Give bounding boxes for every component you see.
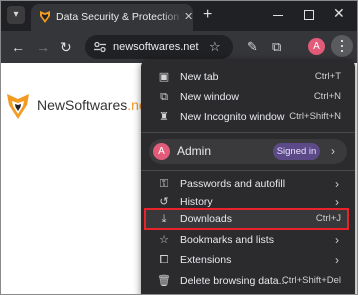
address-bar[interactable]: newsoftwares.net ☆	[85, 35, 233, 59]
menu-item-label: Bookmarks and lists	[180, 234, 274, 246]
reload-icon[interactable]: ↻	[60, 39, 72, 55]
pen-icon[interactable]: ✎	[247, 39, 258, 55]
incognito-icon: ♜	[159, 111, 169, 123]
close-window-button[interactable]: ✕	[333, 5, 345, 21]
chevron-right-icon: ›	[335, 253, 339, 267]
signed-in-badge: Signed in	[273, 143, 320, 160]
menu-item-downloads[interactable]: ⤓ Downloads Ctrl+J	[141, 209, 355, 229]
menu-item-label: New tab	[180, 71, 219, 83]
menu-item-delete-browsing-data[interactable]: 🗑 Delete browsing data... Ctrl+Shift+Del	[141, 271, 355, 291]
browser-window: ▾ Data Security & Protection Software ✕ …	[0, 0, 358, 295]
chevron-right-icon: ›	[335, 233, 339, 247]
chevron-right-icon: ›	[331, 144, 335, 158]
active-tab[interactable]: Data Security & Protection Software ✕	[31, 4, 193, 31]
extensions-icon: ⧠	[159, 254, 169, 266]
site-favicon-icon	[40, 11, 50, 23]
menu-item-new-tab[interactable]: ▣ New tab Ctrl+T	[141, 67, 355, 87]
menu-item-label: Passwords and autofill	[180, 178, 286, 190]
menu-item-label: Downloads	[180, 213, 232, 225]
menu-item-shortcut: Ctrl+T	[314, 71, 341, 82]
menu-divider	[141, 132, 355, 133]
tab-title: Data Security & Protection Software	[56, 10, 184, 24]
back-arrow-icon[interactable]: ←	[11, 39, 25, 55]
new-tab-button[interactable]: +	[203, 7, 212, 23]
menu-item-bookmarks[interactable]: ☆ Bookmarks and lists ›	[141, 230, 355, 250]
chevron-right-icon: ›	[335, 177, 339, 191]
download-icon: ⤓	[161, 213, 167, 225]
tab-strip: ▾ Data Security & Protection Software ✕ …	[1, 1, 357, 31]
menu-item-label: Extensions	[180, 254, 232, 266]
menu-item-extensions[interactable]: ⧠ Extensions ›	[141, 250, 355, 270]
site-logo-text[interactable]: NewSoftwares.net	[37, 96, 151, 114]
tab-close-icon[interactable]: ✕	[184, 10, 193, 24]
profile-avatar: A	[153, 143, 170, 160]
menu-item-incognito[interactable]: ♜ New Incognito window Ctrl+Shift+N	[141, 107, 355, 127]
menu-item-label: New Incognito window	[180, 111, 285, 123]
menu-item-label: Delete browsing data...	[180, 275, 288, 287]
menu-item-new-window[interactable]: ⧉ New window Ctrl+N	[141, 87, 355, 107]
new-tab-icon: ▣	[158, 71, 170, 83]
tab-search-button[interactable]: ▾	[7, 6, 25, 24]
profile-name: Admin	[177, 144, 212, 158]
menu-item-shortcut: Ctrl+Shift+Del	[281, 275, 341, 286]
profile-row[interactable]: A Admin Signed in ›	[149, 139, 347, 164]
minimize-button[interactable]	[273, 7, 283, 21]
maximize-button[interactable]	[304, 10, 314, 20]
url-text[interactable]: newsoftwares.net	[113, 40, 199, 54]
history-icon: ↺	[159, 196, 169, 208]
key-icon: ⚿	[159, 178, 169, 190]
menu-item-shortcut: Ctrl+N	[313, 91, 341, 102]
trash-icon: 🗑	[157, 275, 171, 287]
menu-divider	[141, 170, 355, 171]
logo-brand: NewSoftwares	[37, 97, 128, 113]
menu-item-shortcut: Ctrl+Shift+N	[289, 111, 341, 122]
new-window-icon: ⧉	[160, 91, 168, 103]
star-icon: ☆	[159, 234, 169, 246]
menu-kebab-button[interactable]	[331, 35, 353, 57]
chrome-menu: ▣ New tab Ctrl+T ⧉ New window Ctrl+N ♜ N…	[141, 59, 355, 294]
profile-avatar[interactable]: A	[308, 38, 325, 55]
extensions-puzzle-icon[interactable]: ⧉	[272, 39, 281, 55]
bookmark-star-icon[interactable]: ☆	[209, 39, 221, 54]
menu-item-passwords[interactable]: ⚿ Passwords and autofill ›	[141, 174, 355, 194]
menu-item-label: New window	[180, 91, 239, 103]
menu-item-shortcut: Ctrl+J	[315, 213, 341, 224]
site-info-icon[interactable]	[93, 40, 107, 54]
menu-item-label: History	[180, 196, 213, 208]
forward-arrow-icon[interactable]: →	[36, 39, 50, 55]
newsoftwares-logo-icon	[7, 94, 29, 119]
